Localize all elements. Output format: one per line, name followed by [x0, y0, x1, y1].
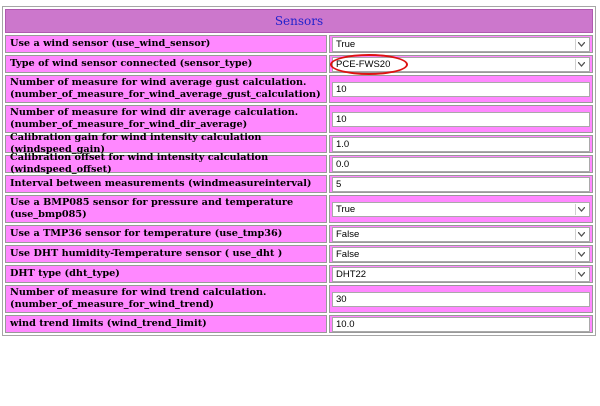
- row-label: Interval between measurements (windmeasu…: [5, 175, 327, 193]
- wind-trend-count-input[interactable]: 30: [332, 291, 590, 307]
- row-label: Use a BMP085 sensor for pressure and tem…: [5, 195, 327, 223]
- chevron-down-icon: [577, 230, 586, 239]
- windspeed-gain-input[interactable]: 1.0: [332, 136, 590, 152]
- wind-average-gust-input[interactable]: 10: [332, 81, 590, 97]
- chevron-down-icon: [577, 60, 586, 69]
- sensors-header: Sensors: [5, 9, 593, 33]
- row-label: Type of wind sensor connected (sensor_ty…: [5, 55, 327, 73]
- select-value: False: [336, 228, 360, 240]
- row-wind-average-gust: Number of measure for wind average gust …: [5, 75, 593, 103]
- row-label: Number of measure for wind average gust …: [5, 75, 327, 103]
- sensor-type-select[interactable]: PCE-FWS20: [330, 53, 590, 75]
- row-label: Use a wind sensor (use_wind_sensor): [5, 35, 327, 53]
- row-label: Calibration gain for wind intensity calc…: [5, 132, 327, 155]
- chevron-down-icon: [577, 270, 586, 279]
- row-wind-trend-limit: wind trend limits (wind_trend_limit) 10.…: [5, 315, 593, 333]
- select-value: True: [336, 203, 356, 215]
- use-wind-sensor-select[interactable]: True: [332, 36, 590, 52]
- windspeed-offset-input[interactable]: 0.0: [332, 156, 590, 172]
- row-dht-type: DHT type (dht_type) DHT22: [5, 265, 593, 283]
- row-use-dht: Use DHT humidity-Temperature sensor ( us…: [5, 245, 593, 263]
- chevron-down-icon: [577, 40, 586, 49]
- select-value: False: [336, 248, 360, 260]
- windmeasureinterval-input[interactable]: 5: [332, 176, 590, 192]
- row-wind-dir-average: Number of measure for wind dir average c…: [5, 105, 593, 133]
- row-use-wind-sensor: Use a wind sensor (use_wind_sensor) True: [5, 35, 593, 53]
- row-label: Use a TMP36 sensor for temperature (use_…: [5, 225, 327, 243]
- row-windspeed-gain: Calibration gain for wind intensity calc…: [5, 132, 593, 155]
- select-value: PCE-FWS20: [336, 58, 391, 70]
- select-value: True: [336, 38, 356, 50]
- dht-type-select[interactable]: DHT22: [332, 266, 590, 282]
- chevron-down-icon: [577, 250, 586, 259]
- row-windmeasureinterval: Interval between measurements (windmeasu…: [5, 175, 593, 193]
- use-bmp085-select[interactable]: True: [332, 201, 590, 217]
- row-label: DHT type (dht_type): [5, 265, 327, 283]
- row-windspeed-offset: Calibration offset for wind intensity ca…: [5, 152, 593, 175]
- row-label: Calibration offset for wind intensity ca…: [5, 152, 327, 175]
- row-label: Use DHT humidity-Temperature sensor ( us…: [5, 245, 327, 263]
- row-label: Number of measure for wind trend calcula…: [5, 285, 327, 313]
- sensors-panel: Sensors Use a wind sensor (use_wind_sens…: [2, 6, 596, 336]
- row-label: Number of measure for wind dir average c…: [5, 105, 327, 133]
- use-dht-select[interactable]: False: [332, 246, 590, 262]
- chevron-down-icon: [577, 205, 586, 214]
- row-wind-trend-count: Number of measure for wind trend calcula…: [5, 285, 593, 313]
- row-sensor-type: Type of wind sensor connected (sensor_ty…: [5, 53, 593, 75]
- row-use-tmp36: Use a TMP36 sensor for temperature (use_…: [5, 225, 593, 243]
- wind-dir-average-input[interactable]: 10: [332, 111, 590, 127]
- row-label: wind trend limits (wind_trend_limit): [5, 315, 327, 333]
- wind-trend-limit-input[interactable]: 10.0: [332, 316, 590, 332]
- select-value: DHT22: [336, 268, 367, 280]
- row-use-bmp085: Use a BMP085 sensor for pressure and tem…: [5, 195, 593, 223]
- use-tmp36-select[interactable]: False: [332, 226, 590, 242]
